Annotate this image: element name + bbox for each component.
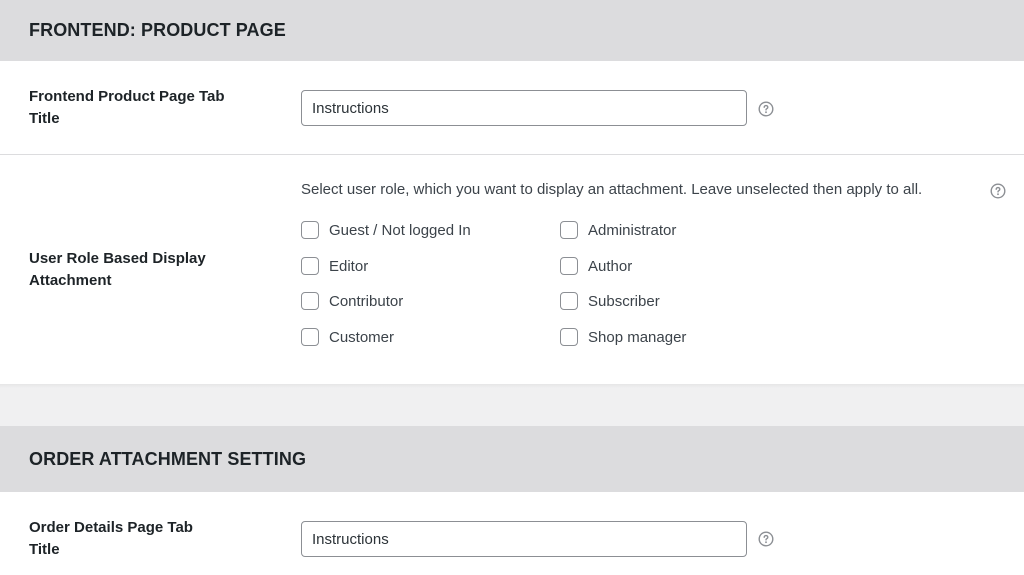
checkbox-label: Guest / Not logged In [329, 221, 471, 239]
setting-row-user-role: User Role Based Display Attachment Selec… [0, 155, 1024, 384]
role-checkbox-customer[interactable]: Customer [301, 326, 394, 348]
help-icon[interactable] [758, 101, 774, 117]
section-title: FRONTEND: PRODUCT PAGE [29, 20, 286, 40]
setting-label: Frontend Product Page Tab Title [29, 88, 225, 127]
section-header-frontend-product-page: FRONTEND: PRODUCT PAGE [0, 0, 1024, 61]
setting-label: Order Details Page Tab Title [29, 519, 193, 558]
help-icon[interactable] [990, 183, 1006, 199]
settings-panel-order: Order Details Page Tab Title [0, 492, 1024, 575]
checkbox-label: Subscriber [588, 292, 660, 310]
role-checkbox-shop-manager[interactable]: Shop manager [560, 326, 686, 348]
settings-panel-frontend: Frontend Product Page Tab Title User Rol… [0, 61, 1024, 384]
checkbox-label: Customer [329, 328, 395, 346]
checkbox-unchecked-icon[interactable] [301, 257, 319, 275]
checkbox-unchecked-icon[interactable] [301, 221, 319, 239]
panel-shadow [0, 384, 1024, 388]
checkbox-unchecked-icon[interactable] [560, 292, 578, 310]
checkbox-unchecked-icon[interactable] [560, 221, 578, 239]
checkbox-unchecked-icon[interactable] [301, 328, 319, 346]
checkbox-label: Author [588, 257, 633, 275]
checkbox-label: Contributor [329, 292, 404, 310]
setting-row-tab-title: Frontend Product Page Tab Title [0, 61, 1024, 154]
role-checkbox-author[interactable]: Author [560, 255, 632, 277]
setting-label: User Role Based Display Attachment [29, 250, 206, 289]
order-tab-title-input[interactable] [301, 521, 747, 557]
checkbox-label: Shop manager [588, 328, 687, 346]
section-title: ORDER ATTACHMENT SETTING [29, 448, 307, 469]
role-checkbox-editor[interactable]: Editor [301, 255, 368, 277]
role-checkbox-guest[interactable]: Guest / Not logged In [301, 219, 471, 241]
setting-row-order-tab-title: Order Details Page Tab Title [0, 492, 1024, 575]
checkbox-unchecked-icon[interactable] [560, 328, 578, 346]
role-checkbox-administrator[interactable]: Administrator [560, 219, 676, 241]
tab-title-input[interactable] [301, 90, 747, 126]
checkbox-unchecked-icon[interactable] [301, 292, 319, 310]
help-icon[interactable] [758, 531, 774, 547]
role-checkbox-contributor[interactable]: Contributor [301, 290, 403, 312]
checkbox-label: Administrator [588, 221, 677, 239]
checkbox-label: Editor [329, 257, 369, 275]
section-header-order-attachment: ORDER ATTACHMENT SETTING [0, 426, 1024, 492]
setting-description: Select user role, which you want to disp… [301, 181, 923, 198]
role-checkbox-subscriber[interactable]: Subscriber [560, 290, 660, 312]
checkbox-unchecked-icon[interactable] [560, 257, 578, 275]
